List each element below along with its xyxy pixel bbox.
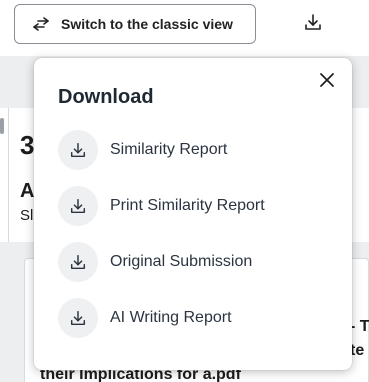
- popover-title: Download: [58, 86, 154, 108]
- similarity-score-fragment: 3: [20, 130, 35, 160]
- close-icon: [319, 72, 335, 93]
- title-text-fragment: te: [350, 342, 365, 359]
- swap-arrows-icon: [31, 16, 51, 32]
- title-text-fragment: - T: [350, 318, 369, 335]
- download-popover: Download Similarity Report Print Similar: [34, 58, 352, 370]
- card-subheading-fragment: Sl: [20, 207, 34, 224]
- download-icon: [58, 298, 98, 338]
- download-icon: [58, 186, 98, 226]
- menu-item-label: Print Similarity Report: [110, 197, 265, 214]
- download-icon: [58, 130, 98, 170]
- menu-item-label: Similarity Report: [110, 141, 228, 158]
- switch-classic-view-label: Switch to the classic view: [61, 16, 233, 32]
- toolbar-download-button[interactable]: [299, 10, 327, 38]
- menu-item-label: AI Writing Report: [110, 309, 232, 326]
- download-ai-writing-report[interactable]: AI Writing Report: [58, 298, 328, 338]
- card-heading-fragment: A: [20, 180, 35, 202]
- download-print-similarity-report[interactable]: Print Similarity Report: [58, 186, 328, 226]
- close-button[interactable]: [316, 71, 338, 93]
- switch-classic-view-button[interactable]: Switch to the classic view: [14, 4, 256, 44]
- scroll-handle[interactable]: [0, 118, 4, 134]
- top-toolbar: Switch to the classic view: [0, 0, 369, 52]
- download-icon: [58, 242, 98, 282]
- download-icon: [303, 12, 323, 37]
- menu-item-label: Original Submission: [110, 253, 253, 270]
- download-original-submission[interactable]: Original Submission: [58, 242, 328, 282]
- download-similarity-report[interactable]: Similarity Report: [58, 130, 328, 170]
